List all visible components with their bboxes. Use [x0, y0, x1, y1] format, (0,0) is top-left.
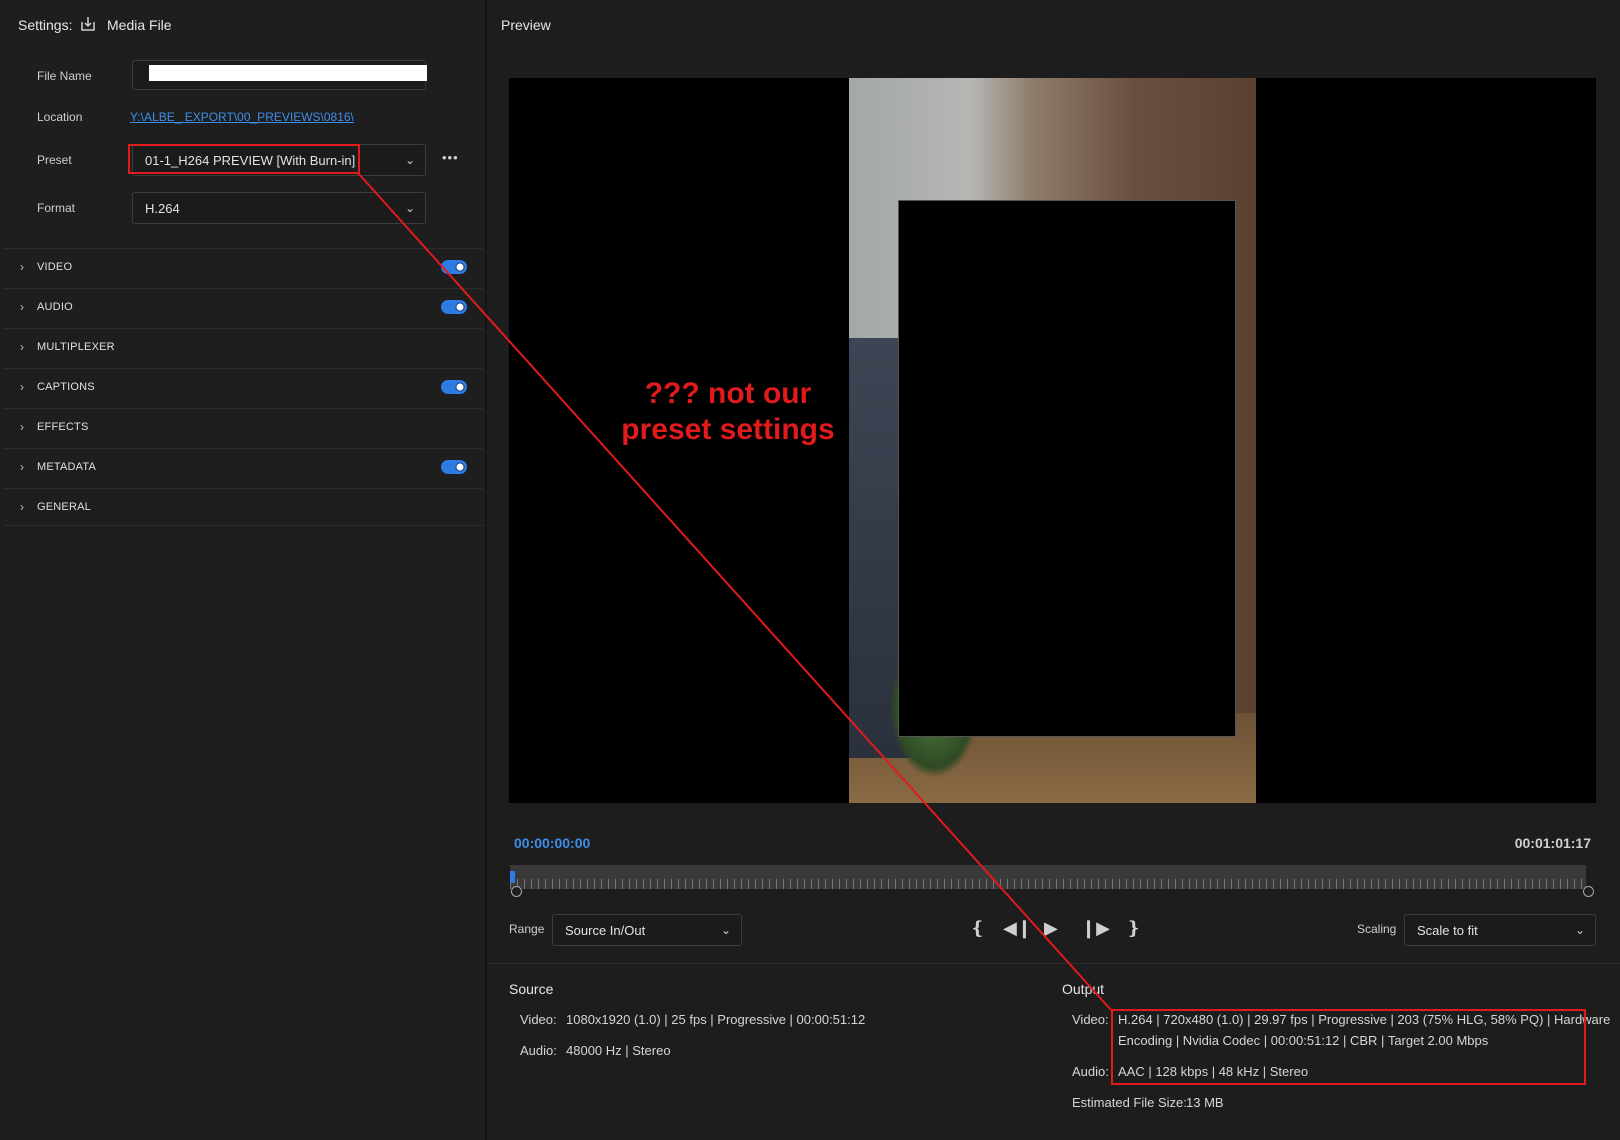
annotation-arrow-line — [357, 172, 1112, 1011]
